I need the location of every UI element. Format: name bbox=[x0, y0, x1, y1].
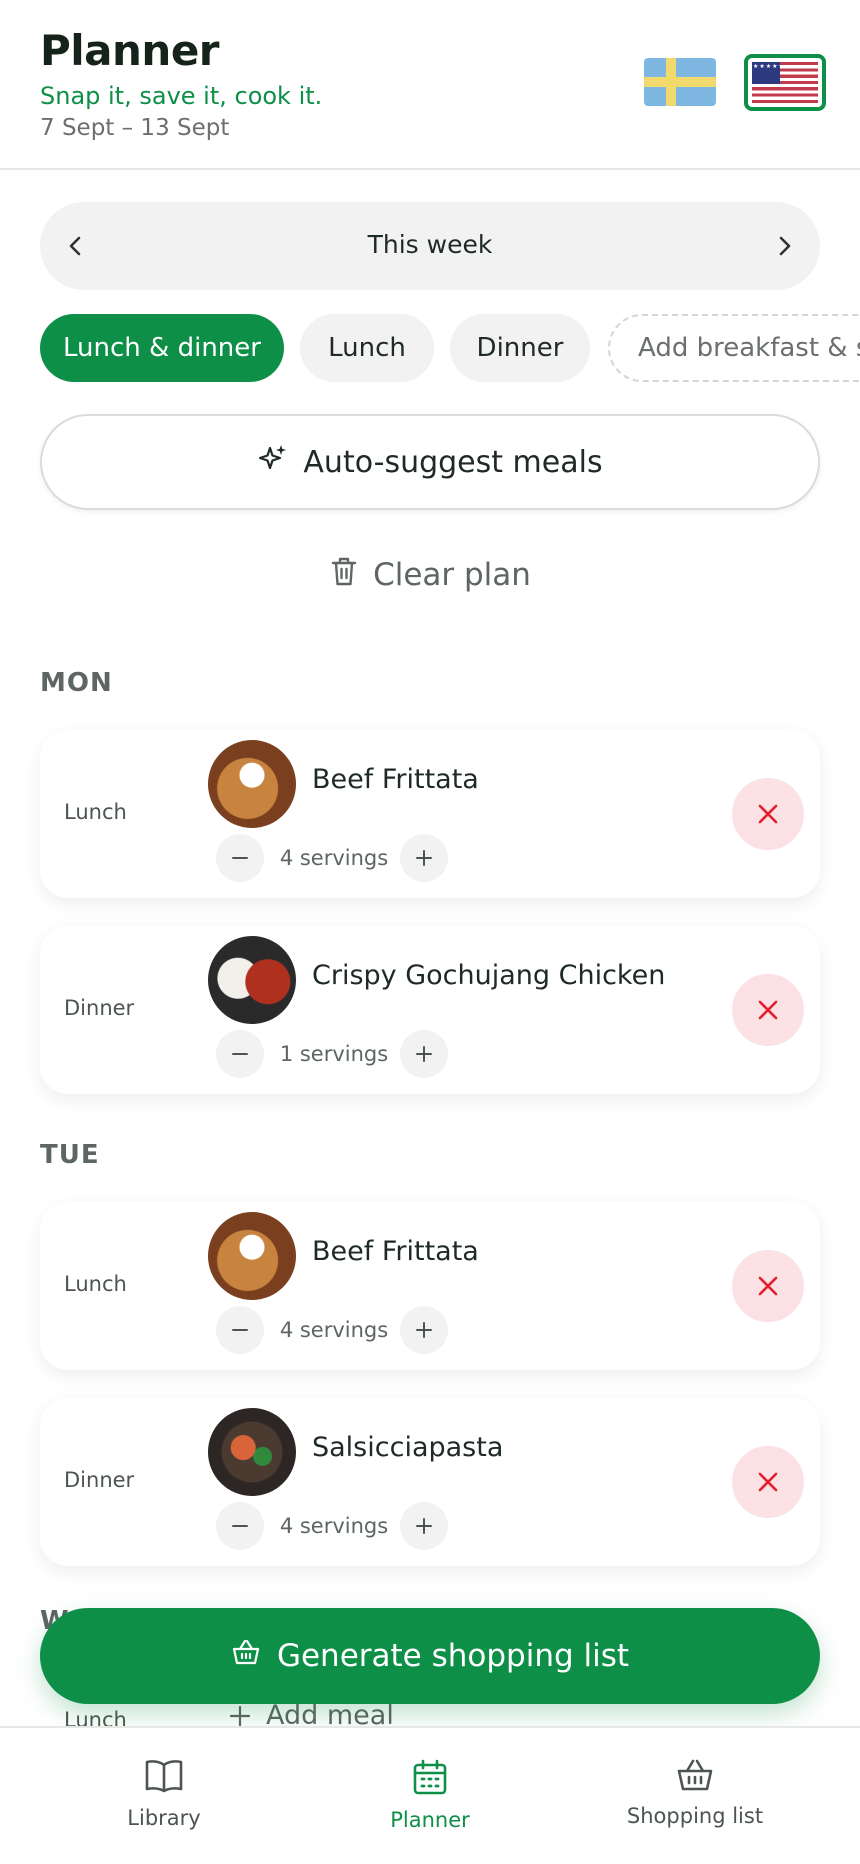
meal-thumbnail bbox=[208, 936, 296, 1024]
chip-add-breakfast[interactable]: Add breakfast & sn bbox=[608, 314, 860, 382]
plus-icon bbox=[416, 850, 432, 866]
basket-icon bbox=[231, 1638, 261, 1674]
auto-suggest-button[interactable]: Auto-suggest meals bbox=[40, 414, 820, 510]
chip-lunch-dinner[interactable]: Lunch & dinner bbox=[40, 314, 284, 382]
decrease-servings-button[interactable] bbox=[216, 1502, 264, 1550]
generate-shopping-list-button[interactable]: Generate shopping list bbox=[40, 1608, 820, 1704]
increase-servings-button[interactable] bbox=[400, 1306, 448, 1354]
decrease-servings-button[interactable] bbox=[216, 1030, 264, 1078]
close-icon bbox=[758, 1472, 778, 1492]
plus-icon bbox=[229, 1705, 251, 1726]
meal-filter-chips: Lunch & dinner Lunch Dinner Add breakfas… bbox=[40, 314, 860, 384]
meal-card[interactable]: Lunch Beef Frittata 4 servings bbox=[40, 730, 820, 898]
flag-usa-icon: ★★★★★★★★★ bbox=[752, 62, 818, 103]
meal-thumbnail bbox=[208, 740, 296, 828]
book-icon bbox=[145, 1760, 183, 1793]
meal-type: Dinner bbox=[64, 1468, 135, 1492]
calendar-icon bbox=[413, 1759, 447, 1795]
nav-label: Library bbox=[127, 1806, 201, 1830]
chip-lunch[interactable]: Lunch bbox=[300, 314, 434, 382]
minus-icon bbox=[232, 1053, 248, 1055]
bottom-navigation: Library Planner Shopping list bbox=[0, 1726, 860, 1864]
increase-servings-button[interactable] bbox=[400, 1502, 448, 1550]
generate-label: Generate shopping list bbox=[276, 1638, 630, 1674]
meal-name: Beef Frittata bbox=[312, 764, 479, 795]
nav-shopping-list[interactable]: Shopping list bbox=[600, 1728, 790, 1864]
plus-icon bbox=[416, 1046, 432, 1062]
week-label: This week bbox=[367, 230, 493, 259]
meal-thumbnail bbox=[208, 1212, 296, 1300]
nav-planner[interactable]: Planner bbox=[360, 1728, 500, 1864]
decrease-servings-button[interactable] bbox=[216, 834, 264, 882]
app-header: Planner Snap it, save it, cook it. 7 Sep… bbox=[0, 0, 860, 170]
flag-sweden-icon[interactable] bbox=[644, 58, 716, 106]
minus-icon bbox=[232, 1525, 248, 1527]
servings-count: 4 servings bbox=[279, 846, 389, 870]
servings-count: 4 servings bbox=[279, 1318, 389, 1342]
page-title: Planner bbox=[40, 26, 220, 75]
meal-type: Lunch bbox=[64, 1272, 127, 1296]
day-label-tue: TUE bbox=[40, 1140, 100, 1170]
nav-label: Planner bbox=[390, 1808, 470, 1832]
meal-card[interactable]: Lunch Beef Frittata 4 servings bbox=[40, 1202, 820, 1370]
language-usa-button[interactable]: ★★★★★★★★★ bbox=[744, 54, 826, 111]
servings-count: 4 servings bbox=[279, 1514, 389, 1538]
plus-icon bbox=[416, 1322, 432, 1338]
sparkles-icon bbox=[257, 442, 289, 482]
plus-icon bbox=[416, 1518, 432, 1534]
tagline: Snap it, save it, cook it. bbox=[40, 82, 323, 110]
remove-meal-button[interactable] bbox=[732, 1250, 804, 1322]
day-label-mon: MON bbox=[40, 668, 113, 698]
nav-label: Shopping list bbox=[626, 1804, 764, 1828]
close-icon bbox=[758, 804, 778, 824]
date-range: 7 Sept – 13 Sept bbox=[40, 115, 230, 141]
basket-icon bbox=[677, 1759, 713, 1791]
chevron-right-icon[interactable] bbox=[762, 224, 806, 268]
minus-icon bbox=[232, 857, 248, 859]
meal-name: Salsicciapasta bbox=[312, 1432, 504, 1463]
close-icon bbox=[758, 1000, 778, 1020]
auto-suggest-label: Auto-suggest meals bbox=[303, 444, 603, 480]
nav-library[interactable]: Library bbox=[94, 1728, 234, 1864]
servings-count: 1 servings bbox=[279, 1042, 389, 1066]
clear-plan-label: Clear plan bbox=[373, 557, 531, 593]
meal-card[interactable]: Dinner Salsicciapasta 4 servings bbox=[40, 1398, 820, 1566]
increase-servings-button[interactable] bbox=[400, 834, 448, 882]
minus-icon bbox=[232, 1329, 248, 1331]
week-navigator: This week bbox=[40, 202, 820, 290]
meal-name: Beef Frittata bbox=[312, 1236, 479, 1267]
meal-thumbnail bbox=[208, 1408, 296, 1496]
decrease-servings-button[interactable] bbox=[216, 1306, 264, 1354]
close-icon bbox=[758, 1276, 778, 1296]
meal-name: Crispy Gochujang Chicken bbox=[312, 960, 666, 991]
remove-meal-button[interactable] bbox=[732, 778, 804, 850]
remove-meal-button[interactable] bbox=[732, 974, 804, 1046]
trash-icon bbox=[329, 555, 359, 595]
clear-plan-button[interactable]: Clear plan bbox=[0, 550, 860, 600]
meal-type: Lunch bbox=[64, 800, 127, 824]
chip-dinner[interactable]: Dinner bbox=[450, 314, 590, 382]
increase-servings-button[interactable] bbox=[400, 1030, 448, 1078]
remove-meal-button[interactable] bbox=[732, 1446, 804, 1518]
meal-card[interactable]: Dinner Crispy Gochujang Chicken 1 servin… bbox=[40, 926, 820, 1094]
meal-type: Dinner bbox=[64, 996, 135, 1020]
